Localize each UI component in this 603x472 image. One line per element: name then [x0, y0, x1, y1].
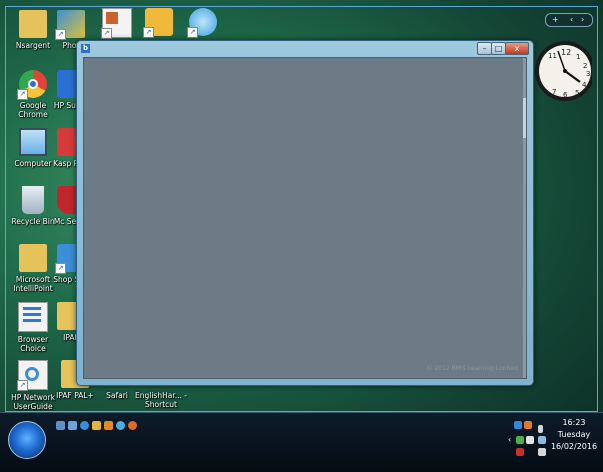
clock-pivot	[563, 69, 567, 73]
switch-windows-icon[interactable]	[68, 421, 77, 430]
shortcut-arrow-icon: ↗	[101, 28, 112, 39]
ie-icon[interactable]	[80, 421, 89, 430]
app-icon[interactable]: b	[81, 44, 90, 53]
folder-shortcut-icon: ↗	[143, 8, 173, 38]
update-icon[interactable]	[516, 448, 524, 456]
clock-numeral: 11	[548, 52, 557, 60]
clock-time: 16:23	[562, 418, 586, 427]
scrollbar[interactable]	[523, 58, 526, 378]
antivirus-icon[interactable]	[516, 436, 524, 444]
document-icon: ↗	[101, 8, 132, 39]
previous-gadget-button[interactable]: ‹	[570, 14, 573, 26]
clock-numeral: 6	[563, 91, 568, 99]
desktop-icon[interactable]	[56, 421, 65, 430]
system-tray: ‹	[508, 419, 548, 459]
firefox-icon[interactable]	[128, 421, 137, 430]
show-hidden-icons-chevron[interactable]: ‹	[508, 435, 511, 444]
gadget-toolbar: + ‹ ›	[545, 13, 593, 27]
taskbar: ‹ 16:23 Tuesday 16/02/2016	[0, 412, 603, 472]
desktop-icon-label: EnglishHar... - Shortcut	[135, 391, 187, 409]
network-connection-icon[interactable]	[538, 436, 546, 444]
shortcut-arrow-icon: ↗	[55, 263, 66, 274]
mail-icon[interactable]	[92, 421, 101, 430]
clock-date: 16/02/2016	[550, 442, 598, 451]
clock-numeral: 7	[552, 88, 556, 96]
bluetooth-icon[interactable]	[526, 436, 534, 444]
clock-numeral: 1	[576, 53, 580, 61]
ie-shortcut-icon: ↗	[17, 360, 48, 391]
desktop: Nsargent ↗ Phot ↗ ↗ ↗ ↗ Google Chrome HP…	[0, 0, 603, 472]
security-icon[interactable]	[524, 421, 532, 429]
shortcut-arrow-icon: ↗	[17, 89, 28, 100]
clock-gadget[interactable]: 12 1 2 3 4 5 6 7 11	[532, 38, 592, 104]
close-button[interactable]: x	[505, 42, 529, 55]
shortcut-arrow-icon: ↗	[17, 380, 28, 391]
next-gadget-button[interactable]: ›	[581, 14, 584, 26]
globe-icon[interactable]	[116, 421, 125, 430]
quicktime-icon: ↗	[187, 8, 217, 38]
media-player-icon[interactable]	[104, 421, 113, 430]
shortcut-arrow-icon: ↗	[187, 27, 198, 38]
clock-numeral: 12	[561, 48, 571, 57]
shortcut-arrow-icon: ↗	[143, 27, 154, 38]
window-content[interactable]: © 2012 RM's Learning Limited	[83, 57, 527, 379]
window-titlebar[interactable]: b – □ x	[77, 41, 533, 56]
flag-icon[interactable]	[538, 425, 543, 433]
maximize-button[interactable]: □	[491, 42, 506, 55]
copyright-text: © 2012 RM's Learning Limited	[426, 365, 518, 372]
minimize-button[interactable]: –	[477, 42, 492, 55]
app-window[interactable]: b – □ x © 2012 RM's Learning Limited	[76, 40, 534, 386]
shortcut-arrow-icon: ↗	[55, 29, 66, 40]
clock-numeral: 2	[583, 62, 587, 70]
photo-app-icon: ↗	[55, 10, 85, 40]
volume-icon[interactable]	[538, 448, 546, 456]
add-gadget-button[interactable]: +	[552, 14, 559, 26]
desktop-icon-quicktime[interactable]: ↗	[174, 8, 232, 38]
clock-numeral: 5	[575, 89, 579, 97]
clock-day: Tuesday	[557, 430, 591, 439]
start-button[interactable]	[8, 421, 46, 459]
clock-numeral: 3	[586, 70, 590, 78]
scrollbar-thumb[interactable]	[523, 98, 526, 138]
clock-numeral: 4	[582, 81, 587, 89]
recycle-bin-icon	[22, 186, 44, 214]
tray-clock[interactable]: 16:23 Tuesday 16/02/2016	[548, 417, 600, 453]
network-icon[interactable]	[514, 421, 522, 429]
